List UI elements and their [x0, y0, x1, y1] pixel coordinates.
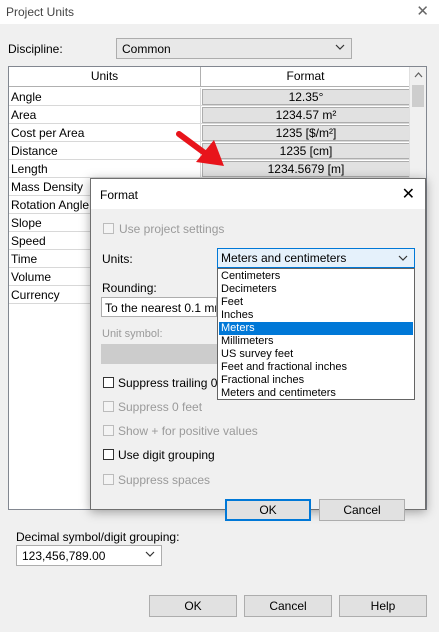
units-option[interactable]: Inches: [219, 309, 413, 322]
chevron-down-icon: [335, 44, 345, 50]
row-name-cell: Length: [9, 160, 201, 178]
unit-symbol-select: [101, 344, 217, 364]
decimal-grouping-value: 123,456,789.00: [22, 549, 106, 563]
format-cancel-button[interactable]: Cancel: [319, 499, 405, 521]
row-unit-name: Slope: [11, 216, 42, 230]
column-header-format: Format: [286, 69, 325, 83]
units-option[interactable]: Millimeters: [219, 335, 413, 348]
close-icon[interactable]: ✕: [402, 184, 415, 204]
window-title: Project Units: [6, 5, 75, 19]
cancel-button[interactable]: Cancel: [244, 595, 332, 617]
suppress-zero-feet-checkbox[interactable]: [103, 401, 114, 412]
decimal-grouping-label: Decimal symbol/digit grouping:: [16, 530, 180, 544]
suppress-spaces-label: Suppress spaces: [118, 473, 211, 487]
column-header-units: Units: [9, 67, 201, 87]
row-unit-name: Currency: [11, 288, 60, 302]
units-option[interactable]: Feet and fractional inches: [219, 361, 413, 374]
row-unit-name: Time: [11, 252, 38, 266]
use-project-settings-checkbox[interactable]: [103, 223, 114, 234]
discipline-select[interactable]: Common: [116, 38, 352, 59]
units-option[interactable]: Decimeters: [219, 283, 413, 296]
format-dialog-title-bar: Format ✕: [91, 179, 425, 209]
rounding-value: To the nearest 0.1 mm: [105, 301, 217, 315]
rounding-label: Rounding:: [102, 281, 157, 295]
units-value: Meters and centimeters: [221, 251, 347, 265]
format-dialog-title: Format: [100, 188, 139, 202]
row-unit-name: Speed: [11, 234, 46, 248]
red-arrow-icon: [176, 131, 224, 166]
decimal-grouping-select[interactable]: 123,456,789.00: [16, 545, 162, 566]
format-ok-button[interactable]: OK: [225, 499, 311, 521]
units-select[interactable]: Meters and centimeters: [217, 248, 415, 268]
discipline-value: Common: [122, 42, 171, 56]
row-format-button[interactable]: 12.35°: [202, 89, 410, 105]
units-option[interactable]: Fractional inches: [219, 374, 413, 387]
row-unit-name: Rotation Angle: [11, 198, 90, 212]
row-unit-name: Volume: [11, 270, 52, 284]
table-row[interactable]: Angle 12.35°: [9, 88, 410, 106]
units-dropdown-list: Centimeters Decimeters Feet Inches Meters Mil…: [217, 268, 415, 400]
row-unit-name: Area: [11, 108, 37, 122]
row-format-button[interactable]: 1235 [cm]: [202, 143, 410, 159]
close-icon[interactable]: ✕: [416, 2, 429, 20]
row-name-cell: Angle: [9, 88, 201, 106]
units-option[interactable]: US survey feet: [219, 348, 413, 361]
row-format-button[interactable]: 1234.5679 [m]: [202, 161, 410, 177]
units-option[interactable]: Feet: [219, 296, 413, 309]
row-unit-name: Cost per Area: [11, 126, 85, 140]
use-project-settings-label: Use project settings: [119, 222, 225, 236]
suppress-trailing-zeros-label: Suppress trailing 0's: [118, 376, 226, 390]
use-digit-grouping-label: Use digit grouping: [118, 448, 215, 462]
unit-symbol-label: Unit symbol:: [102, 328, 163, 340]
row-unit-name: Mass Density: [11, 180, 84, 194]
row-name-cell: Distance: [9, 142, 201, 160]
ok-button[interactable]: OK: [149, 595, 237, 617]
suppress-spaces-checkbox[interactable]: [103, 474, 114, 485]
grid-header: Units Format: [9, 67, 410, 87]
row-format-button[interactable]: 1235 [$/m²]: [202, 125, 410, 141]
scroll-up-icon[interactable]: [410, 67, 427, 84]
title-bar: Project Units ✕: [0, 0, 439, 24]
use-digit-grouping-checkbox[interactable]: [103, 449, 114, 460]
format-dialog: Format ✕ Use project settings Units: Met…: [90, 178, 426, 521]
row-unit-name: Distance: [11, 144, 58, 158]
show-plus-label: Show + for positive values: [118, 424, 258, 438]
units-label: Units:: [102, 252, 133, 266]
help-button[interactable]: Help: [339, 595, 427, 617]
units-option[interactable]: Meters and centimeters: [219, 387, 413, 400]
row-name-cell: Cost per Area: [9, 124, 201, 142]
row-name-cell: Area: [9, 106, 201, 124]
chevron-down-icon: [398, 255, 408, 261]
row-unit-name: Angle: [11, 90, 42, 104]
table-row[interactable]: Area 1234.57 m²: [9, 106, 410, 124]
units-option[interactable]: Centimeters: [219, 270, 413, 283]
row-unit-name: Length: [11, 162, 48, 176]
rounding-select[interactable]: To the nearest 0.1 mm: [101, 297, 217, 317]
row-format-button[interactable]: 1234.57 m²: [202, 107, 410, 123]
suppress-trailing-zeros-checkbox[interactable]: [103, 377, 114, 388]
suppress-zero-feet-label: Suppress 0 feet: [118, 400, 203, 414]
chevron-down-icon: [145, 551, 155, 557]
scrollbar-thumb[interactable]: [412, 85, 424, 107]
show-plus-checkbox[interactable]: [103, 425, 114, 436]
discipline-label: Discipline:: [8, 42, 63, 56]
units-option[interactable]: Meters: [219, 322, 413, 335]
